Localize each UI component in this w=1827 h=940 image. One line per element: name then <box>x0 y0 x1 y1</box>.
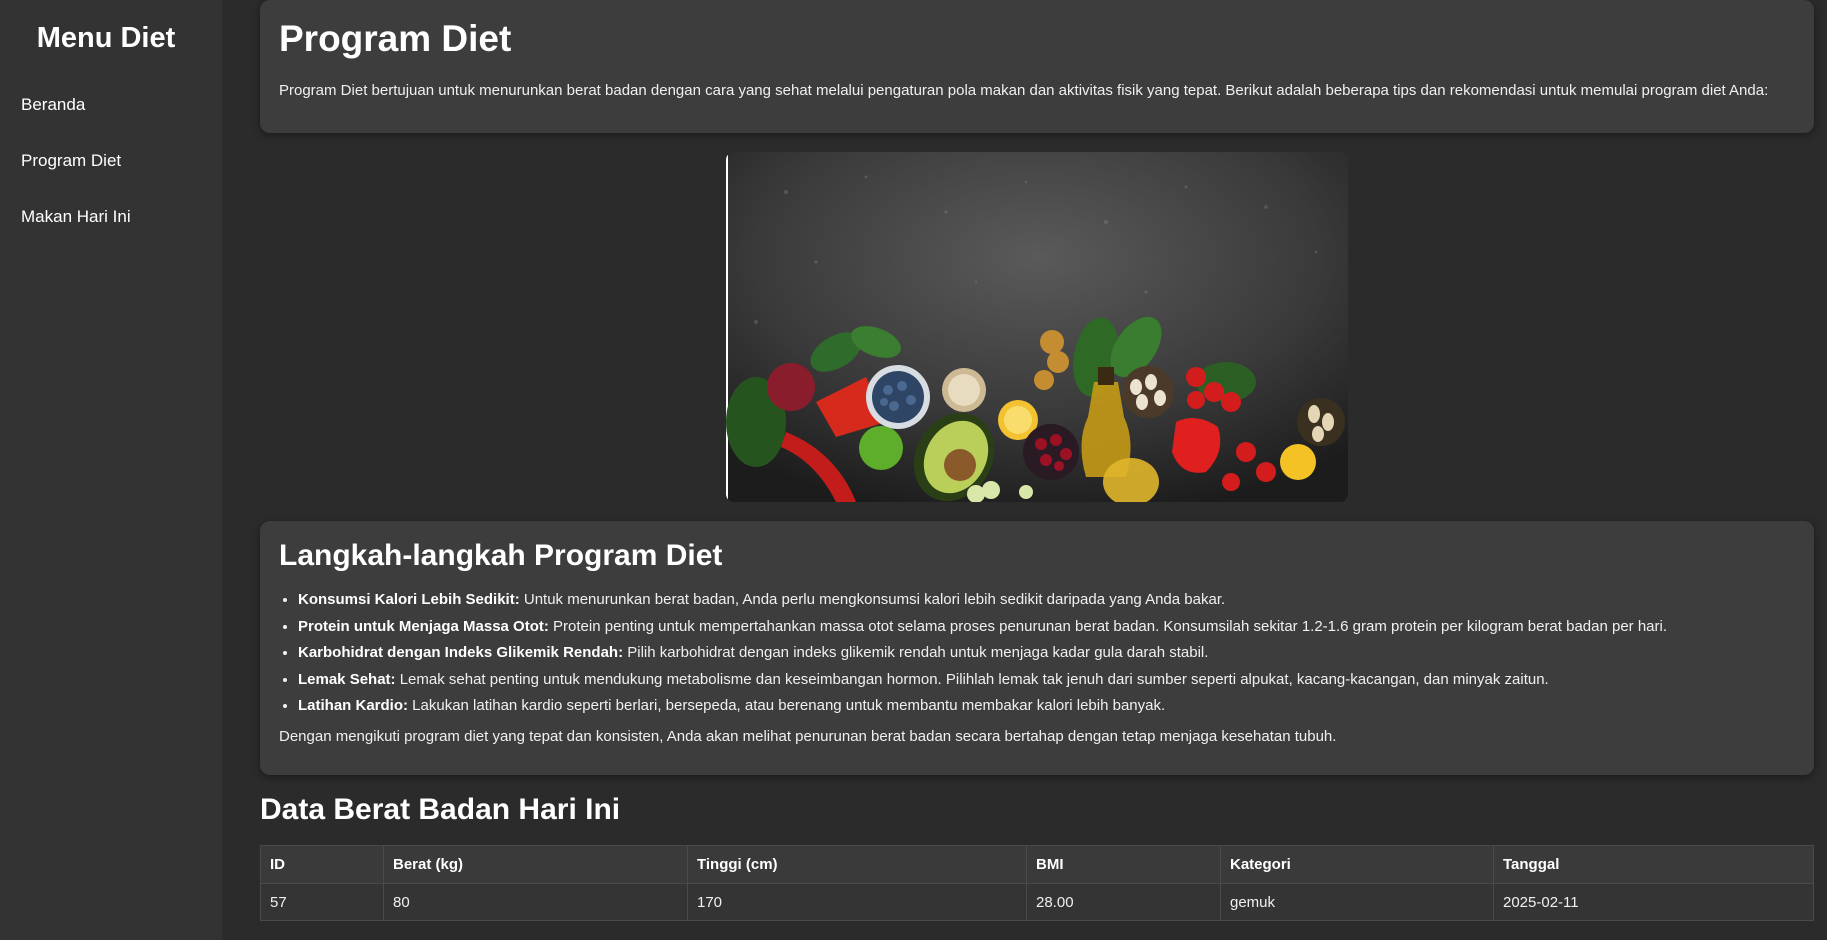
step-label: Karbohidrat dengan Indeks Glikemik Renda… <box>298 644 624 661</box>
step-label: Latihan Kardio: <box>298 697 409 714</box>
page-title: Program Diet <box>279 18 512 59</box>
step-label: Konsumsi Kalori Lebih Sedikit: <box>298 591 520 608</box>
column-header-kategori: Kategori <box>1220 845 1494 884</box>
cell-berat: 80 <box>383 883 688 921</box>
step-item: Protein untuk Menjaga Massa Otot: Protei… <box>298 614 1795 641</box>
weight-title: Data Berat Badan Hari Ini <box>260 793 621 826</box>
steps-list: Konsumsi Kalori Lebih Sedikit: Untuk men… <box>279 587 1795 720</box>
step-item: Konsumsi Kalori Lebih Sedikit: Untuk men… <box>298 587 1795 614</box>
column-header-tanggal: Tanggal <box>1493 845 1814 884</box>
step-text: Lakukan latihan kardio seperti berlari, … <box>408 697 1166 714</box>
cell-bmi: 28.00 <box>1026 883 1221 921</box>
nav-item-beranda[interactable]: Beranda <box>0 77 222 133</box>
main-content: Program Diet Program Diet bertujuan untu… <box>260 0 1814 921</box>
step-text: Lemak sehat penting untuk mendukung meta… <box>395 670 1549 688</box>
column-header-bmi: BMI <box>1026 845 1221 884</box>
nav-item-makan-hari-ini[interactable]: Makan Hari Ini <box>0 189 222 245</box>
cell-tinggi: 170 <box>687 883 1027 921</box>
cell-tanggal: 2025-02-11 <box>1493 883 1814 921</box>
steps-card: Langkah-langkah Program Diet Konsumsi Ka… <box>260 521 1814 775</box>
step-text: Protein penting untuk mempertahankan mas… <box>548 617 1668 635</box>
step-text: Pilih karbohidrat dengan indeks glikemik… <box>623 644 1209 661</box>
step-label: Protein untuk Menjaga Massa Otot: <box>298 617 549 635</box>
cell-id: 57 <box>260 883 384 921</box>
table-row: 57 80 170 28.00 gemuk 2025-02-11 <box>260 883 1814 921</box>
cell-kategori: gemuk <box>1220 883 1494 921</box>
column-header-berat: Berat (kg) <box>383 845 688 884</box>
step-item: Karbohidrat dengan Indeks Glikemik Renda… <box>298 640 1795 667</box>
step-text: Untuk menurunkan berat badan, Anda perlu… <box>519 591 1226 608</box>
sidebar: Menu Diet Beranda Program Diet Makan Har… <box>0 0 222 940</box>
step-item: Lemak Sehat: Lemak sehat penting untuk m… <box>298 667 1795 694</box>
intro-text: Program Diet bertujuan untuk menurunkan … <box>279 82 1769 99</box>
table-header-row: ID Berat (kg) Tinggi (cm) BMI Kategori T… <box>260 845 1814 884</box>
steps-closing: Dengan mengikuti program diet yang tepat… <box>279 727 1337 745</box>
step-item: Latihan Kardio: Lakukan latihan kardio s… <box>298 693 1795 720</box>
column-header-tinggi: Tinggi (cm) <box>687 845 1027 884</box>
sidebar-title: Menu Diet <box>36 22 176 54</box>
nav-item-program-diet[interactable]: Program Diet <box>0 133 222 189</box>
step-label: Lemak Sehat: <box>298 670 396 688</box>
hero-image <box>726 152 1348 502</box>
steps-title: Langkah-langkah Program Diet <box>279 539 723 572</box>
intro-card: Program Diet Program Diet bertujuan untu… <box>260 0 1814 133</box>
vegetables-illustration <box>726 152 1348 502</box>
weight-table: ID Berat (kg) Tinggi (cm) BMI Kategori T… <box>260 845 1814 921</box>
column-header-id: ID <box>260 845 384 884</box>
